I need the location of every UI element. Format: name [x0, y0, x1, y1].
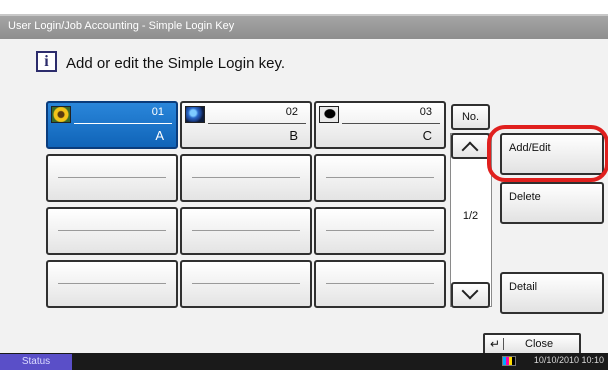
key-number: 03: [419, 106, 432, 118]
key-divider: [58, 283, 166, 284]
page-indicator: 1/2: [462, 210, 479, 222]
key-button-empty[interactable]: [180, 207, 312, 255]
status-bar: Status 10/10/2010 10:10: [0, 353, 608, 370]
scroll-down-button[interactable]: [451, 282, 490, 308]
key-divider: [192, 283, 300, 284]
key-button-03[interactable]: 03 C: [314, 101, 446, 149]
key-divider: [74, 123, 172, 124]
key-divider: [326, 230, 434, 231]
divider: [503, 338, 504, 350]
detail-button[interactable]: Detail: [500, 272, 604, 314]
close-button[interactable]: ↵ Close: [483, 333, 581, 355]
key-divider: [58, 230, 166, 231]
key-button-empty[interactable]: [46, 207, 178, 255]
key-button-02[interactable]: 02 B: [180, 101, 312, 149]
key-divider: [342, 123, 440, 124]
key-name: B: [289, 128, 298, 143]
globe-icon: [185, 106, 205, 123]
key-divider: [58, 177, 166, 178]
key-divider: [208, 123, 306, 124]
key-divider: [192, 230, 300, 231]
simple-login-key-screen: User Login/Job Accounting - Simple Login…: [0, 0, 608, 370]
instruction-message: Add or edit the Simple Login key.: [66, 55, 286, 72]
key-button-empty[interactable]: [180, 260, 312, 308]
key-divider: [326, 177, 434, 178]
highlight-callout: [487, 125, 608, 182]
key-button-empty[interactable]: [46, 154, 178, 202]
datetime: 10/10/2010 10:10: [533, 355, 604, 365]
status-button[interactable]: Status: [0, 354, 72, 370]
sort-by-number-button[interactable]: No.: [451, 104, 490, 130]
chevron-down-icon: [461, 282, 479, 300]
chevron-up-icon: [461, 141, 479, 159]
window-title: User Login/Job Accounting - Simple Login…: [0, 14, 608, 39]
key-button-empty[interactable]: [314, 207, 446, 255]
key-number: 01: [151, 106, 164, 118]
person-silhouette-icon: [319, 106, 339, 123]
delete-button[interactable]: Delete: [500, 182, 604, 224]
info-icon: i: [36, 51, 57, 72]
key-number: 02: [285, 106, 298, 118]
scroll-up-button[interactable]: [451, 133, 490, 159]
key-name: A: [155, 128, 164, 143]
close-label: Close: [525, 338, 554, 350]
toner-icon: [502, 356, 516, 366]
key-button-empty[interactable]: [314, 154, 446, 202]
key-name: C: [422, 128, 432, 143]
key-button-01[interactable]: 01 A: [46, 101, 178, 149]
enter-icon: ↵: [490, 337, 501, 351]
key-divider: [192, 177, 300, 178]
key-divider: [326, 283, 434, 284]
top-strip: [0, 0, 608, 14]
key-button-empty[interactable]: [314, 260, 446, 308]
key-button-empty[interactable]: [46, 260, 178, 308]
sunflower-icon: [51, 106, 71, 123]
key-button-empty[interactable]: [180, 154, 312, 202]
